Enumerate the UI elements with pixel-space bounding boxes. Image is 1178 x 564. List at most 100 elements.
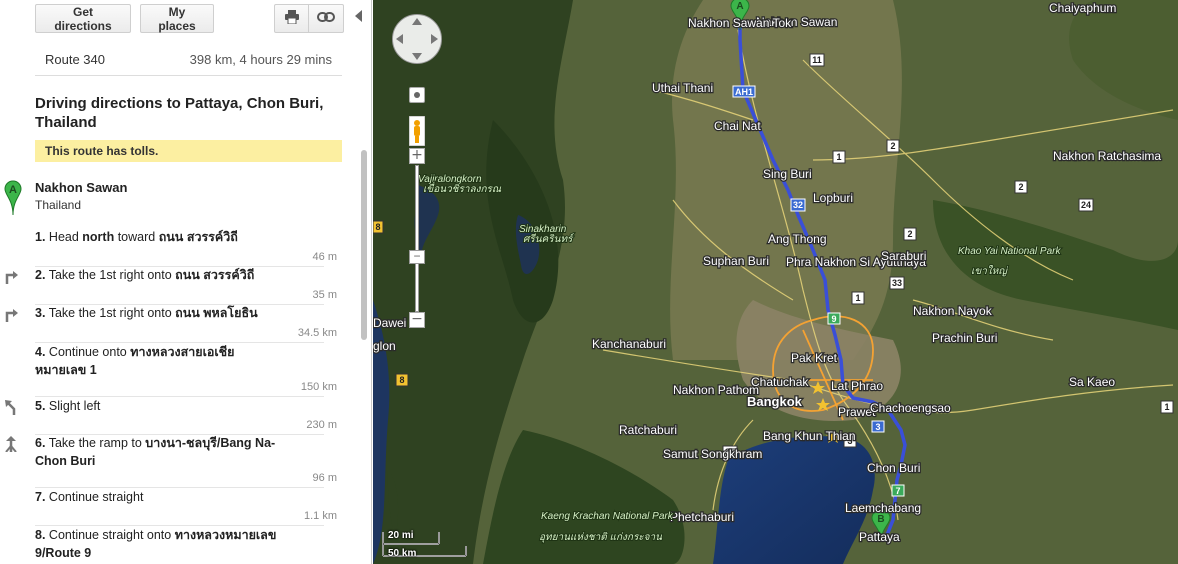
pan-down-icon[interactable] xyxy=(412,53,422,60)
label-phetchaburi: Phetchaburi xyxy=(670,510,734,524)
svg-text:33: 33 xyxy=(892,278,902,288)
step-distance: 34.5 km xyxy=(297,327,337,339)
directions-title: Driving directions to Pattaya, Chon Buri… xyxy=(35,95,324,131)
step-text: 7. Continue straight xyxy=(35,490,144,504)
label-bang-khun-thian: Bang Khun Thian xyxy=(763,429,856,443)
label-nakhon-nayok: Nakhon Nayok xyxy=(913,304,993,318)
label-ratchaburi: Ratchaburi xyxy=(619,423,677,437)
toolbar: Get directions My places xyxy=(0,0,371,46)
svg-text:1: 1 xyxy=(836,152,841,162)
label-srinagarind-thai: ศรีนครินทร์ xyxy=(523,233,574,245)
label-kaeng-krachan: Kaeng Krachan National Park xyxy=(541,511,674,522)
label-laem-chabang: Laemchabang xyxy=(845,501,921,515)
step-distance: 96 m xyxy=(312,472,337,484)
svg-text:2: 2 xyxy=(907,229,912,239)
link-button[interactable] xyxy=(308,4,344,33)
label-kaeng-krachan-thai: อุทยานแห่งชาติ แก่งกระจาน xyxy=(539,531,663,543)
collapse-panel-icon[interactable] xyxy=(352,8,364,24)
marker-a-letter: A xyxy=(736,1,743,12)
label-saraburi: Saraburi xyxy=(881,249,926,263)
panel-scrollbar[interactable] xyxy=(361,150,367,340)
label-khao-yai-thai: เขาใหญ่ xyxy=(971,265,1009,277)
start-city: Nakhon Sawan xyxy=(35,180,128,195)
label-ang-thong: Ang Thong xyxy=(768,232,827,246)
label-nakhon-sawan-tok: Nakhon Sawan Tok xyxy=(688,16,792,30)
label-khao-yai: Khao Yai National Park xyxy=(958,246,1061,257)
label-nakhon-ratchasima: Nakhon Ratchasima xyxy=(1053,149,1161,163)
route-name: Route 340 xyxy=(45,52,105,67)
label-chatuchak: Chatuchak xyxy=(751,375,809,389)
svg-text:24: 24 xyxy=(1081,200,1091,210)
svg-text:11: 11 xyxy=(812,55,822,65)
map-view[interactable]: A B AH1 11 1 32 2 2 24 2 1 33 9 35 3 7 8… xyxy=(373,0,1178,564)
pan-control[interactable] xyxy=(392,14,442,64)
location-dot-icon xyxy=(414,92,420,98)
printer-icon xyxy=(284,10,299,25)
ramp-icon xyxy=(5,436,17,452)
shield-1b: 1 xyxy=(851,291,865,305)
step-text: 4. Continue onto ทางหลวงสายเอเชีย หมายเล… xyxy=(35,345,235,377)
label-lopburi: Lopburi xyxy=(813,191,853,205)
shield-2a: 2 xyxy=(886,139,900,153)
label-sing-buri: Sing Buri xyxy=(763,167,812,181)
my-places-button[interactable]: My places xyxy=(140,4,214,33)
label-pak-kret: Pak Kret xyxy=(791,351,838,365)
step-text: 5. Slight left xyxy=(35,399,101,413)
label-bangkok: Bangkok xyxy=(747,394,803,409)
svg-text:2: 2 xyxy=(1018,182,1023,192)
svg-text:8: 8 xyxy=(375,222,380,232)
tolls-notice: This route has tolls. xyxy=(35,140,342,162)
turn-right-icon xyxy=(5,271,18,284)
step-distance: 1.1 km xyxy=(303,510,337,522)
pan-left-icon[interactable] xyxy=(396,34,403,44)
shield-33: 33 xyxy=(889,276,905,290)
shield-ah1: AH1 xyxy=(732,85,756,98)
start-country: Thailand xyxy=(35,198,82,212)
label-chai-nat: Chai Nat xyxy=(714,119,761,133)
zoom-out-button[interactable]: − xyxy=(409,312,425,328)
label-kanchanaburi: Kanchanaburi xyxy=(592,337,666,351)
shield-1a: 1 xyxy=(832,150,846,164)
step-distance: 150 km xyxy=(300,381,337,393)
route-summary[interactable]: Route 340 398 km, 4 hours 29 mins xyxy=(35,47,342,76)
shield-24: 24 xyxy=(1078,198,1094,212)
label-glon: glon xyxy=(373,339,396,353)
turn-right-icon xyxy=(5,309,18,322)
directions-panel: Get directions My places Route 340 398 k… xyxy=(0,0,372,564)
shield-2c: 2 xyxy=(903,227,917,241)
step-distance: 230 m xyxy=(306,419,337,431)
shield-7: 7 xyxy=(891,484,905,497)
label-suphan-buri: Suphan Buri xyxy=(703,254,769,268)
pan-right-icon[interactable] xyxy=(431,34,438,44)
label-dawei: Dawei xyxy=(373,316,406,330)
pegman-icon[interactable] xyxy=(409,116,425,146)
step-text: 8. Continue straight onto ทางหลวงหมายเลข… xyxy=(35,528,277,560)
step-distance: 46 m xyxy=(312,251,337,263)
shield-8a: 8 xyxy=(373,220,384,234)
print-button[interactable] xyxy=(274,4,309,33)
satellite-map[interactable]: A B AH1 11 1 32 2 2 24 2 1 33 9 35 3 7 8… xyxy=(373,0,1178,564)
svg-text:7: 7 xyxy=(895,486,900,496)
route-distance: 398 km, 4 hours 29 mins xyxy=(189,52,332,67)
shield-1c: 1 xyxy=(1160,400,1174,414)
label-chaiyaphum: Chaiyaphum xyxy=(1049,1,1116,15)
scale-kilometers: 50 km xyxy=(388,548,417,559)
step-text: 6. Take the ramp to บางนา-ชลบุรี/Bang Na… xyxy=(35,436,276,468)
zoom-in-button[interactable]: + xyxy=(409,148,425,164)
location-button[interactable] xyxy=(409,87,425,103)
svg-text:AH1: AH1 xyxy=(735,87,753,97)
get-directions-button[interactable]: Get directions xyxy=(35,4,131,33)
zoom-slider-track[interactable] xyxy=(415,165,419,312)
pan-up-icon[interactable] xyxy=(412,18,422,25)
label-uthai-thani: Uthai Thani xyxy=(652,81,713,95)
map-scale: 20 mi 50 km xyxy=(381,528,471,562)
label-vajiralongkorn-thai: เขื่อนวชิราลงกรณ xyxy=(423,181,502,195)
start-marker-icon: A xyxy=(4,180,22,216)
svg-text:1: 1 xyxy=(855,293,860,303)
zoom-slider-handle[interactable]: − xyxy=(409,250,425,264)
label-prachin-buri: Prachin Buri xyxy=(932,331,997,345)
shield-2b: 2 xyxy=(1014,180,1028,194)
start-location: A Nakhon Sawan Thailand xyxy=(0,178,371,218)
step-distance: 35 m xyxy=(312,289,337,301)
shield-3b: 3 xyxy=(871,420,885,433)
